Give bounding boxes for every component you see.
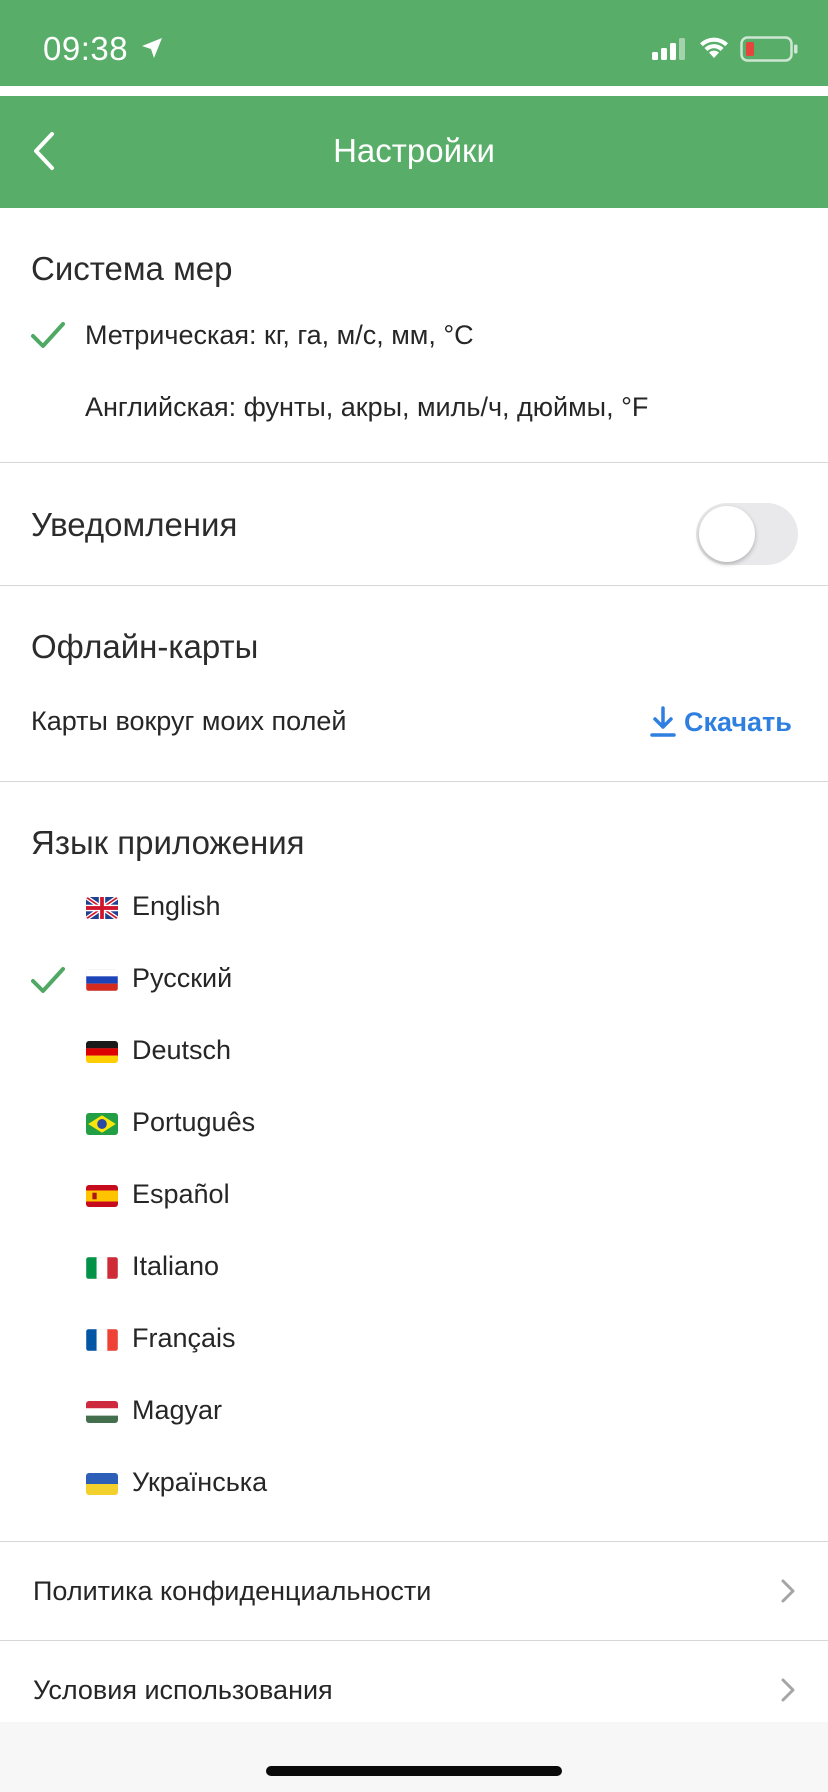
russia-flag-icon: [86, 969, 118, 991]
language-option-russian[interactable]: Русский: [0, 945, 828, 1017]
download-maps-button[interactable]: Скачать: [650, 702, 792, 742]
brazil-flag-icon: [86, 1113, 118, 1135]
cellular-signal-icon: [652, 38, 685, 60]
terms-of-use-label: Условия использования: [33, 1675, 333, 1705]
privacy-policy-link[interactable]: Политика конфиденциальности: [0, 1542, 828, 1640]
language-label: Português: [132, 1107, 256, 1137]
france-flag-icon: [86, 1329, 118, 1351]
status-separator: [0, 86, 828, 96]
battery-icon: [740, 36, 798, 62]
germany-flag-icon: [86, 1041, 118, 1063]
toggle-knob: [699, 506, 755, 562]
language-option-french[interactable]: Français: [0, 1305, 828, 1377]
checkmark-icon: [31, 967, 65, 993]
spain-flag-icon: [86, 1185, 118, 1207]
hungary-flag-icon: [86, 1401, 118, 1423]
language-option-ukrainian[interactable]: Українська: [0, 1449, 828, 1521]
language-label: Español: [132, 1179, 230, 1209]
uk-flag-icon: [86, 897, 118, 919]
language-option-english[interactable]: English: [0, 873, 828, 945]
checkmark-icon: [31, 322, 65, 348]
language-label: Deutsch: [132, 1035, 232, 1065]
bottom-safe-area: [0, 1722, 828, 1792]
location-arrow-icon: [142, 38, 162, 58]
language-label: Magyar: [132, 1395, 223, 1425]
chevron-right-icon: [781, 1579, 795, 1603]
language-label: English: [132, 891, 221, 921]
divider: [0, 462, 828, 463]
status-bar: 09:38: [0, 0, 828, 86]
status-time: 09:38: [43, 30, 129, 67]
download-label: Скачать: [684, 706, 792, 737]
navigation-bar: Настройки: [0, 96, 828, 208]
page-title: Настройки: [333, 132, 495, 169]
notifications-label: Уведомления: [31, 506, 238, 543]
notifications-toggle[interactable]: [696, 503, 798, 565]
offline-maps-row-label: Карты вокруг моих полей: [31, 706, 347, 736]
chevron-right-icon: [781, 1678, 795, 1702]
measurement-option-label: Английская: фунты, акры, миль/ч, дюймы, …: [85, 392, 649, 422]
language-label: Français: [132, 1323, 236, 1353]
offline-maps-section-title: Офлайн-карты: [31, 628, 259, 665]
italy-flag-icon: [86, 1257, 118, 1279]
wifi-icon: [700, 37, 728, 58]
language-label: Italiano: [132, 1251, 220, 1281]
divider: [0, 585, 828, 586]
download-icon: [650, 706, 676, 737]
language-label: Українська: [132, 1467, 268, 1497]
language-option-portuguese[interactable]: Português: [0, 1089, 828, 1161]
divider: [0, 781, 828, 782]
language-option-hungarian[interactable]: Magyar: [0, 1377, 828, 1449]
language-label: Русский: [132, 963, 233, 993]
ukraine-flag-icon: [86, 1473, 118, 1495]
language-option-german[interactable]: Deutsch: [0, 1017, 828, 1089]
measurement-option-label: Метрическая: кг, га, м/с, мм, °C: [85, 320, 474, 350]
language-option-spanish[interactable]: Español: [0, 1161, 828, 1233]
language-section-title: Язык приложения: [31, 824, 305, 861]
language-option-italian[interactable]: Italiano: [0, 1233, 828, 1305]
privacy-policy-label: Политика конфиденциальности: [33, 1576, 432, 1606]
measurement-section-title: Система мер: [31, 250, 233, 287]
home-indicator[interactable]: [266, 1766, 562, 1776]
